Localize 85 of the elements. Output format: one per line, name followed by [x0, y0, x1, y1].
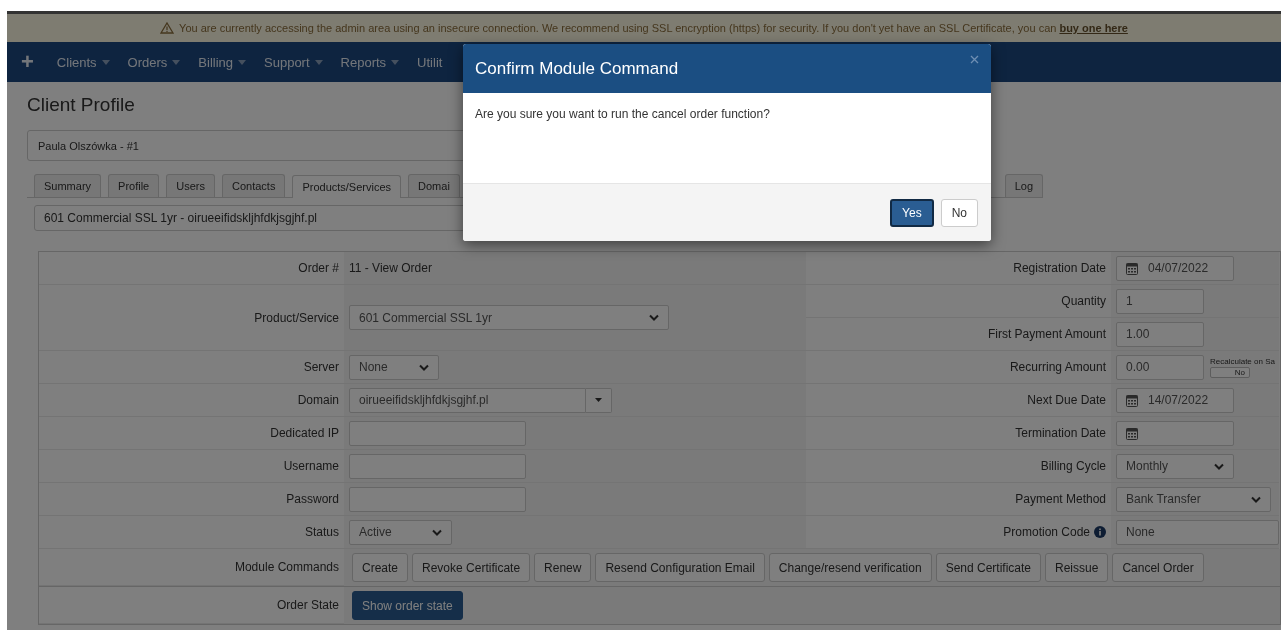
- chevron-icon: [432, 528, 442, 536]
- close-icon: [970, 54, 979, 64]
- select-field[interactable]: Bank Transfer: [1116, 486, 1271, 512]
- input-field[interactable]: 1: [1116, 288, 1204, 314]
- caret-icon: [238, 59, 247, 65]
- field-label: Next Due Date: [1027, 393, 1106, 407]
- tab[interactable]: Summary: [34, 174, 102, 197]
- command-button[interactable]: Resend Configuration Email: [595, 553, 765, 582]
- dropdown-button[interactable]: [586, 387, 612, 413]
- field-label: Recurring Amount: [1009, 360, 1106, 374]
- command-button[interactable]: Renew: [534, 553, 592, 582]
- field-label: Registration Date: [1013, 261, 1106, 275]
- command-button[interactable]: Reissue: [1045, 553, 1109, 582]
- chevron-icon: [1251, 495, 1261, 503]
- page-title: Client Profile: [27, 94, 135, 116]
- field-label: First Payment Amount: [987, 327, 1106, 341]
- field-label: Billing Cycle: [1040, 459, 1106, 473]
- security-warning: You are currently accessing the admin area using an insecure connection. We recommend using SSL encryption (https) for security. If you don't yet have an SSL Certificate, you can buy one here: [179, 22, 1128, 34]
- input-field[interactable]: [349, 420, 526, 446]
- field-label: Termination Date: [1015, 426, 1106, 440]
- nav-menu-item[interactable]: Support: [255, 42, 332, 82]
- command-button[interactable]: Change/resend verification: [768, 553, 932, 582]
- caret-icon: [172, 59, 181, 65]
- tab[interactable]: Log: [1004, 174, 1043, 197]
- date-field[interactable]: [1116, 420, 1234, 446]
- show-state-button[interactable]: Show order state: [352, 591, 463, 620]
- nav-menu-item[interactable]: Utilit: [408, 42, 452, 82]
- field-label: Product/Service: [254, 310, 339, 325]
- caret-icon: [101, 59, 110, 65]
- field-label: Domain: [297, 393, 339, 407]
- tab[interactable]: Profile: [108, 174, 160, 197]
- input-field[interactable]: None: [1116, 519, 1279, 545]
- warning-icon: [160, 22, 175, 34]
- tab[interactable]: Products/Services: [292, 175, 402, 198]
- command-button[interactable]: Create: [352, 553, 409, 582]
- confirm-message: Are you sure you want to run the cancel order function?: [475, 107, 770, 121]
- nav-menu-item[interactable]: Clients: [47, 42, 119, 82]
- field-label: Payment Method: [1015, 492, 1106, 506]
- field-label: Order State: [276, 598, 339, 612]
- nav-menu-item[interactable]: Orders: [118, 42, 190, 82]
- command-button[interactable]: Cancel Order: [1112, 553, 1204, 582]
- recalculate-label: Recalculate on Sa: [1210, 356, 1275, 366]
- caret-icon: [391, 59, 400, 65]
- field-label: Quantity: [1061, 294, 1106, 308]
- select-field[interactable]: Monthly: [1116, 453, 1234, 479]
- dialog-button[interactable]: Yes: [890, 198, 934, 227]
- buy-certificate-link[interactable]: buy one here: [1059, 22, 1128, 34]
- chevron-icon: [419, 363, 429, 371]
- order-link[interactable]: 11 - View Order: [349, 261, 432, 275]
- nav-menu-item[interactable]: Billing: [189, 42, 256, 82]
- field-label: Dedicated IP: [270, 426, 339, 440]
- domain-field[interactable]: oirueeifidskljhfdkjsgjhf.pl: [349, 387, 586, 413]
- field-label: Server: [303, 360, 339, 374]
- chevron-icon: [649, 314, 659, 321]
- command-button[interactable]: Send Certificate: [935, 553, 1041, 582]
- tab[interactable]: Domai: [408, 174, 460, 197]
- field-label: Module Commands: [234, 560, 339, 574]
- date-field[interactable]: 04/07/2022: [1116, 255, 1234, 281]
- add-button[interactable]: +: [17, 42, 48, 82]
- input-field[interactable]: [349, 453, 526, 479]
- select-field[interactable]: Active: [349, 519, 452, 545]
- toggle-switch[interactable]: No: [1210, 366, 1250, 378]
- modal-title: Confirm Module Command: [475, 58, 679, 79]
- calendar-icon: [1126, 261, 1138, 275]
- input-field[interactable]: 0.00: [1116, 354, 1204, 380]
- calendar-icon: [1126, 393, 1138, 407]
- field-label: Password: [286, 492, 339, 506]
- dialog-button[interactable]: No: [940, 198, 978, 227]
- nav-menu-item[interactable]: Reports: [331, 42, 409, 82]
- select-field[interactable]: None: [349, 354, 439, 380]
- field-label: Promotion Code: [1003, 525, 1090, 539]
- select-field[interactable]: 601 Commercial SSL 1yr: [349, 305, 669, 330]
- input-field[interactable]: [349, 486, 526, 512]
- input-field[interactable]: 1.00: [1116, 321, 1204, 347]
- chevron-icon: [1214, 462, 1224, 470]
- calendar-icon: [1126, 426, 1138, 440]
- field-label: Status: [304, 525, 339, 539]
- field-label: Username: [283, 459, 339, 473]
- tab[interactable]: Contacts: [222, 174, 286, 197]
- field-label: Order #: [298, 261, 339, 275]
- tab[interactable]: Users: [166, 174, 215, 197]
- caret-icon: [595, 398, 602, 402]
- command-button[interactable]: Revoke Certificate: [412, 553, 531, 582]
- caret-icon: [314, 59, 323, 65]
- date-field[interactable]: 14/07/2022: [1116, 387, 1234, 413]
